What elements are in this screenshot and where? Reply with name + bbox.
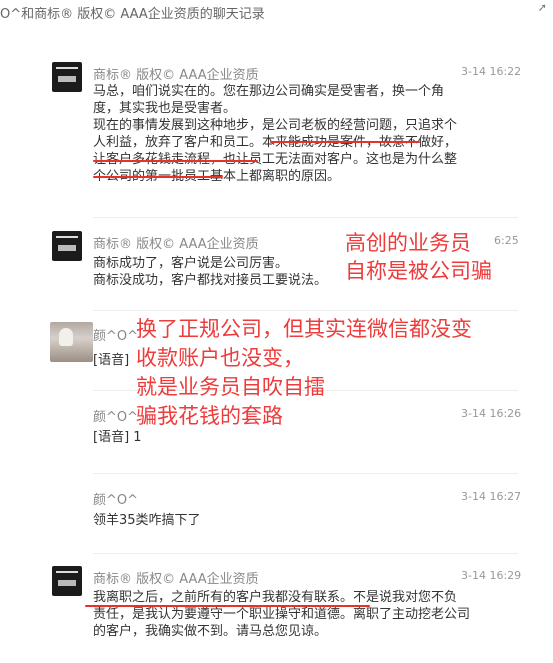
highlight-underline: [93, 176, 223, 178]
message-sender: 颜^O^: [93, 493, 139, 508]
chat-history-titlebar: O^和商标® 版权© AAA企业资质的聊天记录 ➚: [0, 0, 553, 26]
message-time: 3-14 16:22: [461, 65, 522, 78]
message-body: 我离职之后，之前所有的客户我都没有联系。不是说我对您不负 责任，是我认为要遵守一…: [93, 589, 513, 640]
message-line: 我离职之后，之前所有的客户我都没有联系。不是说我对您不负: [93, 590, 458, 605]
message-line: [语音] 1: [93, 430, 142, 445]
message-time: 6:25: [494, 234, 519, 247]
annotation-line: 收款账户也没变，: [136, 346, 304, 370]
annotation-line: 自称是被公司骗: [345, 259, 492, 283]
message-divider: [93, 553, 518, 554]
highlight-underline: [85, 605, 370, 607]
message-sender: 商标® 版权© AAA企业资质: [93, 572, 259, 587]
annotation-line: 换了正规公司，但其实连微信都没变: [136, 317, 472, 341]
message-body: 马总，咱们说实在的。您在那边公司确实是受害者，换一个角 度，其实我也是受害者。 …: [93, 83, 493, 185]
annotation-note: 换了正规公司，但其实连微信都没变 收款账户也没变， 就是业务员自吹自擂 骗我花钱…: [136, 315, 472, 431]
message-line: 马总，咱们说实在的。您在那边公司确实是受害者，换一个角: [93, 84, 445, 99]
company-logo-avatar[interactable]: [52, 566, 82, 596]
window-title: O^和商标® 版权© AAA企业资质的聊天记录: [0, 7, 265, 22]
annotation-line: 骗我花钱的套路: [136, 404, 283, 428]
message-line: 度，其实我也是受害者。: [93, 101, 237, 116]
company-logo-avatar[interactable]: [52, 231, 82, 261]
message-body: 领羊35类咋搞下了: [93, 512, 493, 529]
message-divider: [93, 217, 518, 218]
annotation-line: 高创的业务员: [345, 231, 471, 255]
message-sender: 商标® 版权© AAA企业资质: [93, 68, 259, 83]
message-sender: 商标® 版权© AAA企业资质: [93, 237, 259, 252]
company-logo-avatar[interactable]: [52, 62, 82, 92]
message-time: 3-14 16:27: [461, 490, 522, 503]
message-sender: 颜^O^: [93, 410, 139, 425]
message-sender: 颜^O^: [93, 329, 139, 344]
message-body: [语音] 1: [93, 429, 493, 446]
pin-icon[interactable]: ➚: [538, 1, 547, 14]
message-divider: [93, 310, 518, 311]
highlight-underline: [93, 160, 258, 162]
message-line: 的客户，我确实做不到。请马总您见谅。: [93, 624, 328, 639]
user-photo-avatar[interactable]: [50, 322, 93, 362]
message-divider: [93, 473, 518, 474]
highlight-underline: [270, 141, 420, 143]
message-time: 3-14 16:29: [461, 569, 522, 582]
message-line: 责任，是我认为要遵守一个职业操守和道德。离职了主动挖老公司: [93, 607, 471, 622]
annotation-line: 就是业务员自吹自擂: [136, 375, 325, 399]
message-line: 现在的事情发展到这种地步，是公司老板的经营问题，只追求个: [93, 118, 458, 133]
annotation-note: 高创的业务员 自称是被公司骗: [345, 229, 492, 285]
message-line: 领羊35类咋搞下了: [93, 513, 201, 528]
